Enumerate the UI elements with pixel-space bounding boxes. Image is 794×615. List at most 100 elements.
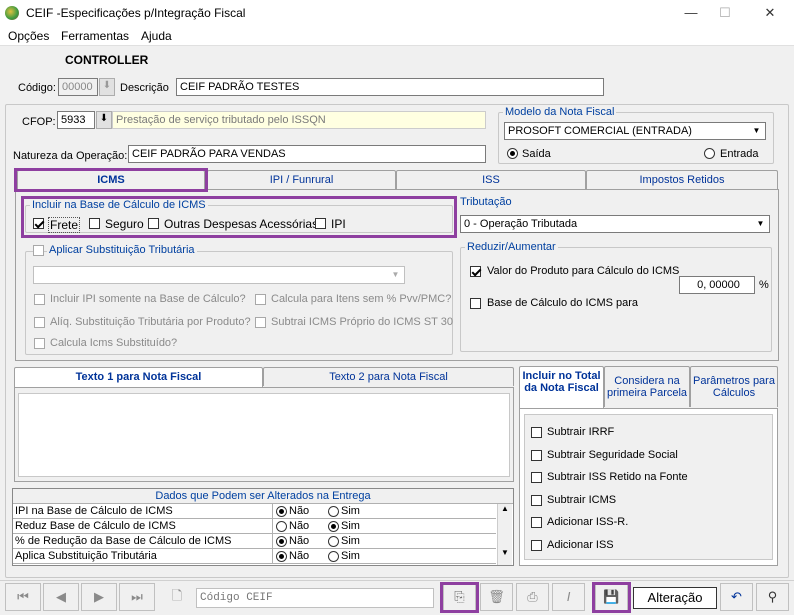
modelo-select[interactable]: PROSOFT COMERCIAL (ENTRADA) ▼ — [504, 122, 766, 140]
cfop-lookup-icon[interactable]: ⬇ — [96, 111, 112, 129]
entrada-radio[interactable] — [704, 148, 715, 159]
total-option-label: Subtrair IRRF — [547, 426, 615, 438]
tributacao-select[interactable]: 0 - Operação Tributada ▼ — [460, 215, 770, 233]
cell-divider — [272, 534, 273, 549]
total-option-checkbox[interactable] — [531, 427, 542, 438]
tab-parametros[interactable]: Parâmetros para Cálculos — [690, 366, 778, 407]
sim-radio[interactable] — [328, 506, 339, 517]
next-record-icon[interactable]: ▶ — [81, 583, 117, 611]
cell-divider — [272, 549, 273, 564]
tab-considera-parcela[interactable]: Considera na primeira Parcela — [604, 366, 690, 407]
tab-texto-2[interactable]: Texto 2 para Nota Fiscal — [263, 367, 514, 386]
title-bar: CEIF -Especificações p/Integração Fiscal… — [0, 0, 794, 26]
reduzir-percent-input[interactable]: 0, 00000 — [679, 276, 755, 294]
new-document-icon[interactable]: 🗋 — [160, 583, 194, 611]
nao-radio[interactable] — [276, 521, 287, 532]
tab-icms-highlight — [14, 168, 208, 192]
binoculars-icon[interactable]: ⚲ — [756, 583, 789, 611]
reduzir-base-checkbox[interactable] — [470, 298, 481, 309]
tab-ipi-funrural[interactable]: IPI / Funrural — [207, 170, 396, 189]
print-icon[interactable]: ⎙ — [516, 583, 549, 611]
total-option-checkbox[interactable] — [531, 517, 542, 528]
tab-incluir-total[interactable]: Incluir no Total da Nota Fiscal — [519, 366, 604, 409]
grid-scrollbar[interactable]: ▲ ▼ — [497, 504, 512, 565]
close-button[interactable]: ✕ — [755, 0, 785, 26]
sim-radio[interactable] — [328, 551, 339, 562]
subst-opt2-checkbox[interactable] — [255, 294, 266, 305]
tab-impostos-retidos[interactable]: Impostos Retidos — [586, 170, 778, 189]
reduzir-legend: Reduzir/Aumentar — [465, 241, 558, 253]
table-row: % de Redução da Base de Cálculo de ICMS N… — [13, 534, 496, 549]
codigo-lookup-icon[interactable]: ⬇ — [99, 78, 115, 96]
cell-divider — [272, 519, 273, 534]
nao-label: Não — [289, 505, 310, 517]
cfop-label: CFOP: — [22, 116, 56, 128]
tab-texto-1[interactable]: Texto 1 para Nota Fiscal — [14, 367, 263, 388]
total-option-checkbox[interactable] — [531, 539, 542, 551]
total-option-label: Adicionar ISS — [547, 538, 614, 551]
maximize-button[interactable]: ☐ — [710, 0, 740, 26]
total-option-checkbox[interactable] — [531, 472, 542, 483]
incluir-base-highlight — [21, 196, 457, 238]
tab-texto-2-label: Texto 2 para Nota Fiscal — [329, 371, 448, 383]
total-option-label: Subtrair ISS Retido na Fonte — [547, 471, 688, 483]
chevron-down-icon: ▼ — [753, 217, 768, 231]
subst-checkbox[interactable] — [33, 245, 44, 256]
delete-icon[interactable]: 🗑 — [480, 583, 513, 611]
entrega-grid-title: Dados que Podem ser Alterados na Entrega — [13, 489, 513, 504]
saida-label: Saída — [522, 148, 551, 160]
subst-opt1-checkbox[interactable] — [34, 294, 45, 305]
descricao-label: Descrição — [120, 82, 169, 94]
modelo-legend: Modelo da Nota Fiscal — [503, 106, 617, 118]
subst-opt5-label: Calcula Icms Substituído? — [50, 337, 178, 349]
scroll-up-icon[interactable]: ▲ — [498, 504, 512, 513]
table-cell-label: Aplica Substituição Tributária — [15, 550, 157, 562]
prev-record-icon[interactable]: ◀ — [43, 583, 79, 611]
total-option-checkbox[interactable] — [531, 494, 542, 506]
entrada-label: Entrada — [720, 148, 759, 160]
natureza-input[interactable]: CEIF PADRÃO PARA VENDAS — [128, 145, 486, 163]
sim-radio[interactable] — [328, 536, 339, 547]
copy-highlight — [440, 582, 479, 613]
nao-label: Não — [289, 520, 310, 532]
save-highlight — [592, 582, 631, 613]
table-cell-label: Reduz Base de Cálculo de ICMS — [15, 520, 176, 532]
search-code-input[interactable]: Código CEIF — [196, 588, 434, 608]
menu-opcoes[interactable]: Opções — [8, 29, 49, 43]
subst-opt5-checkbox[interactable] — [34, 338, 45, 349]
tributacao-legend: Tributação — [460, 196, 512, 208]
undo-icon[interactable]: ↶ — [720, 583, 753, 611]
table-row: Aplica Substituição Tributária Não Sim — [13, 549, 496, 564]
natureza-label: Natureza da Operação: — [13, 150, 128, 162]
saida-radio[interactable] — [507, 148, 518, 159]
last-record-icon[interactable]: ⏭ — [119, 583, 155, 611]
subst-opt1-label: Incluir IPI somente na Base de Cálculo? — [50, 293, 246, 305]
codigo-label: Código: — [18, 82, 56, 94]
reduzir-valor-checkbox[interactable] — [470, 266, 481, 277]
subst-select[interactable]: ▼ — [33, 266, 405, 284]
cfop-description: Prestação de serviço tributado pelo ISSQ… — [112, 111, 486, 129]
total-option-checkbox[interactable] — [531, 449, 542, 461]
controller-label: CONTROLLER — [65, 53, 149, 67]
first-record-icon[interactable]: ⏮ — [5, 583, 41, 611]
tab-iss[interactable]: ISS — [396, 170, 586, 189]
menu-ajuda[interactable]: Ajuda — [141, 29, 172, 43]
sim-label: Sim — [341, 505, 360, 517]
codigo-input[interactable]: 00000 — [58, 78, 98, 96]
nao-radio[interactable] — [276, 551, 287, 562]
menu-ferramentas[interactable]: Ferramentas — [61, 29, 129, 43]
subst-opt3-checkbox[interactable] — [34, 317, 45, 328]
window-title: CEIF -Especificações p/Integração Fiscal — [26, 6, 246, 20]
app-icon — [5, 6, 19, 20]
sim-label: Sim — [341, 520, 360, 532]
sim-radio[interactable] — [328, 521, 339, 532]
cfop-input[interactable]: 5933 — [57, 111, 95, 129]
nao-radio[interactable] — [276, 536, 287, 547]
subst-opt4-checkbox[interactable] — [255, 317, 266, 328]
minimize-button[interactable]: — — [676, 0, 706, 26]
nao-radio[interactable] — [276, 506, 287, 517]
texto-nota-textarea[interactable] — [18, 393, 510, 477]
scroll-down-icon[interactable]: ▼ — [498, 548, 512, 557]
descricao-input[interactable]: CEIF PADRÃO TESTES — [176, 78, 604, 96]
edit-icon[interactable]: I — [552, 583, 585, 611]
